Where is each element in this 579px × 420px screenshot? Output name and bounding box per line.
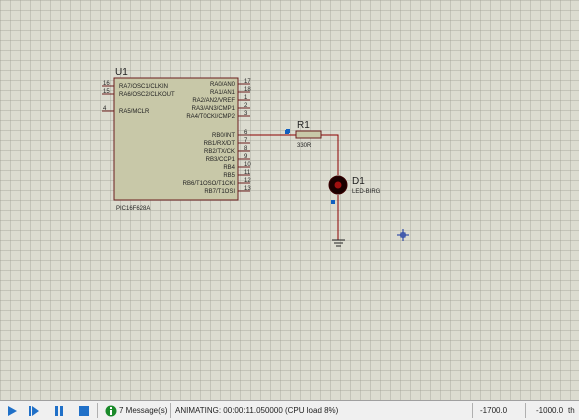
units-label: th [568, 406, 575, 415]
pin-number: 10 [244, 162, 251, 168]
play-icon [8, 406, 17, 416]
resistor-value-label: 330R [297, 143, 312, 149]
pin-number: 11 [244, 170, 251, 176]
chip-part-label: PIC16F628A [116, 206, 150, 212]
pin-name: RA4/T0CKI/CMP2 [186, 114, 235, 120]
info-icon [105, 405, 117, 417]
led-d1[interactable]: D1 LED-BIRG [328, 175, 381, 204]
pin-name: RA1/AN1 [210, 90, 236, 96]
pin-number: 13 [244, 186, 251, 192]
schematic-drawing[interactable]: U1 PIC16F628A 16 RA7/OSC1/CLKIN 15 RA6/OSC2… [0, 0, 579, 400]
pin-number: 16 [103, 81, 110, 87]
chip-ref-label: U1 [115, 67, 128, 78]
pin-marker [285, 130, 289, 134]
status-bar: 7 Message(s) ANIMATING: 00:00:11.050000 … [0, 400, 579, 420]
messages-button[interactable] [105, 405, 117, 417]
play-button[interactable] [6, 405, 18, 417]
pin-name: RA6/OSC2/CLKOUT [119, 92, 175, 98]
step-button[interactable] [28, 405, 40, 417]
stop-button[interactable] [78, 405, 90, 417]
coord-y-readout: -1000.0 [536, 406, 564, 415]
pin-name: RB1/RX/DT [204, 141, 236, 147]
pin-name: RB5 [223, 173, 235, 179]
pin-number: 17 [244, 79, 251, 85]
pin-name: RB2/TX/CK [204, 149, 235, 155]
pin-name: RB0/INT [212, 133, 235, 139]
pin-name: RA3/AN3/CMP1 [192, 106, 236, 112]
schematic-canvas[interactable]: U1 PIC16F628A 16 RA7/OSC1/CLKIN 15 RA6/OSC2… [0, 0, 579, 400]
wire-r1-d1[interactable] [321, 134, 339, 175]
pin-name: RB6/T1OSO/T1CKI [183, 181, 236, 187]
animation-status: ANIMATING: 00:00:11.050000 (CPU load 8%) [175, 406, 339, 415]
resistor-body[interactable] [295, 130, 322, 139]
led-glow [334, 181, 342, 189]
pin-marker [331, 200, 335, 204]
messages-count[interactable]: 7 Message(s) [119, 406, 167, 415]
pin-number: 12 [244, 178, 251, 184]
pin-name: RA2/AN2/VREF [192, 98, 235, 104]
pin-name: RA5/MCLR [119, 109, 150, 115]
coord-x-readout: -1700.0 [480, 406, 508, 415]
step-icon [29, 406, 39, 416]
ground-symbol[interactable] [332, 239, 345, 247]
microcontroller-u1[interactable]: U1 PIC16F628A 16 RA7/OSC1/CLKIN 15 RA6/OSC2… [102, 67, 290, 212]
pin-number: 18 [244, 87, 251, 93]
stop-icon [79, 406, 89, 416]
pause-button[interactable] [53, 405, 65, 417]
pin-name: RB3/CCP1 [206, 157, 236, 163]
led-part-label: LED-BIRG [352, 189, 381, 195]
resistor-ref-label: R1 [297, 120, 310, 131]
pause-icon [55, 406, 63, 416]
pin-name: RA7/OSC1/CLKIN [119, 84, 168, 90]
pin-name: RA0/AN0 [210, 82, 236, 88]
led-ref-label: D1 [352, 176, 365, 187]
crosshair-cursor-icon [397, 229, 409, 241]
pin-number: 15 [103, 89, 110, 95]
pin-name: RB4 [223, 165, 235, 171]
pin-name: RB7/T1OSI [204, 189, 235, 195]
